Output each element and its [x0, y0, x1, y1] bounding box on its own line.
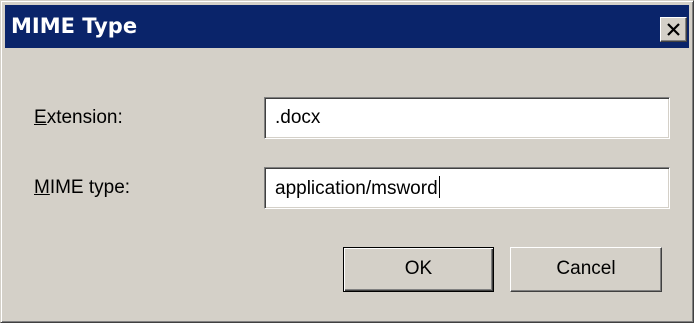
cancel-button[interactable]: Cancel — [510, 247, 662, 292]
mime-type-dialog: MIME Type Extension: .docx MIME type: ap… — [0, 0, 694, 323]
mime-type-label-accelerator: M — [34, 177, 50, 198]
close-icon — [667, 23, 680, 36]
extension-field[interactable]: .docx — [264, 97, 670, 139]
extension-label-text: xtension: — [46, 107, 123, 128]
mime-type-label: MIME type: — [34, 176, 130, 200]
mime-type-value: application/msword — [275, 178, 438, 199]
extension-value: .docx — [275, 107, 321, 128]
extension-label: Extension: — [34, 106, 123, 130]
close-button[interactable] — [660, 17, 687, 42]
mime-type-label-text: IME type: — [49, 177, 131, 198]
mime-type-value-wrap: application/msword — [275, 176, 440, 201]
mime-type-field[interactable]: application/msword — [264, 167, 670, 209]
title-bar[interactable]: MIME Type — [5, 5, 689, 48]
text-caret — [438, 176, 440, 198]
ok-button[interactable]: OK — [343, 247, 494, 292]
extension-label-accelerator: E — [34, 107, 47, 128]
dialog-title: MIME Type — [11, 14, 138, 38]
